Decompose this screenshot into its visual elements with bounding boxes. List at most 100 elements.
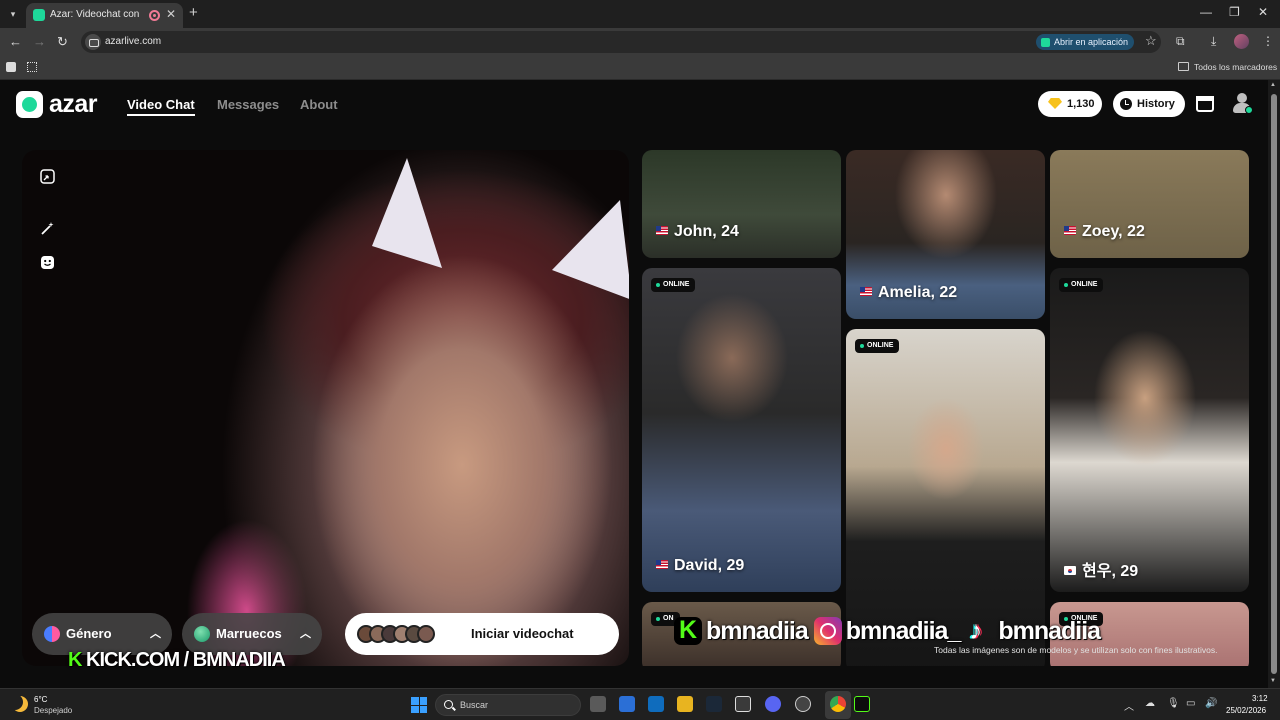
steam-icon[interactable] bbox=[706, 696, 722, 712]
tray-chevron-icon[interactable]: ︿ bbox=[1124, 698, 1134, 713]
tab-search-icon[interactable]: ▾ bbox=[5, 6, 21, 22]
minimize-view-icon[interactable] bbox=[40, 169, 55, 184]
scroll-down-icon: ▼ bbox=[1270, 678, 1276, 684]
page-scrollbar[interactable]: ▲ ▼ bbox=[1268, 80, 1280, 688]
scroll-thumb[interactable] bbox=[1271, 94, 1277, 674]
outlook-icon[interactable] bbox=[648, 696, 664, 712]
browser-menu-icon[interactable]: ⋮ bbox=[1262, 34, 1274, 48]
search-icon bbox=[444, 700, 453, 709]
us-flag-icon bbox=[656, 560, 668, 569]
azar-favicon-icon bbox=[33, 9, 45, 21]
browser-profile-avatar[interactable] bbox=[1234, 34, 1249, 49]
profile-card[interactable]: John, 24 bbox=[642, 150, 841, 258]
extensions-icon[interactable]: ⧉ bbox=[1176, 34, 1185, 49]
gems-button[interactable]: 1,130 bbox=[1038, 91, 1102, 117]
gem-icon bbox=[1048, 98, 1062, 109]
address-bar[interactable]: azarlive.com Abrir en aplicación ☆ bbox=[81, 31, 1161, 53]
tab-title: Azar: Videochat con gente bbox=[50, 9, 140, 20]
clock-time[interactable]: 3:12 bbox=[1252, 694, 1268, 703]
gender-label: Género bbox=[66, 626, 112, 641]
windows-taskbar: 6°C Despejado Buscar ︿ ☁ 🎙 ▭ 🔊 3:12 25/0… bbox=[0, 688, 1280, 720]
chrome-icon[interactable] bbox=[830, 696, 846, 712]
profile-name: Amelia, 22 bbox=[878, 284, 958, 301]
profile-card[interactable]: ONLINE David, 29 bbox=[642, 268, 841, 592]
recording-icon bbox=[149, 10, 160, 21]
new-tab-button[interactable]: + bbox=[189, 4, 198, 21]
weather-temperature[interactable]: 6°C bbox=[34, 695, 47, 704]
nav-about[interactable]: About bbox=[300, 97, 338, 112]
file-explorer-icon[interactable] bbox=[677, 696, 693, 712]
face-filter-icon[interactable] bbox=[40, 255, 55, 270]
us-flag-icon bbox=[1064, 226, 1076, 235]
back-icon[interactable]: ← bbox=[9, 34, 22, 49]
start-videochat-button[interactable]: Iniciar videochat bbox=[345, 613, 619, 655]
weather-description[interactable]: Despejado bbox=[34, 706, 72, 715]
clock-icon bbox=[1120, 98, 1132, 110]
all-bookmarks-link[interactable]: Todos los marcadores bbox=[1194, 62, 1277, 72]
volume-icon[interactable]: 🔊 bbox=[1205, 698, 1217, 709]
site-info-icon[interactable] bbox=[85, 34, 101, 50]
user-avatar-icon[interactable] bbox=[1232, 93, 1253, 115]
bookmarks-bar: Todos los marcadores bbox=[0, 56, 1280, 80]
page-icon[interactable] bbox=[6, 62, 16, 72]
online-badge: ONLINE bbox=[651, 278, 696, 292]
window-close-icon[interactable]: ✕ bbox=[1258, 5, 1268, 19]
disclaimer-text: Todas las imágenes son de modelos y se u… bbox=[934, 645, 1218, 655]
windows-start-icon[interactable] bbox=[411, 697, 427, 713]
minimize-icon[interactable]: — bbox=[1200, 5, 1212, 19]
us-flag-icon bbox=[656, 226, 668, 235]
magic-wand-icon[interactable] bbox=[40, 221, 55, 236]
microphone-icon[interactable]: 🎙 bbox=[1167, 698, 1180, 709]
profile-name: John, 24 bbox=[674, 223, 739, 240]
profiles-grid: John, 24 ONLINE David, 29 ON Amelia, 22 … bbox=[642, 150, 1249, 666]
browser-toolbar: ← → ↻ azarlive.com Abrir en aplicación ☆… bbox=[0, 28, 1280, 56]
scroll-up-icon: ▲ bbox=[1270, 82, 1276, 88]
microsoft-store-icon[interactable] bbox=[619, 696, 635, 712]
kick-icon bbox=[674, 616, 702, 646]
online-badge: ONLINE bbox=[855, 339, 900, 353]
discord-icon[interactable] bbox=[765, 696, 781, 712]
network-icon[interactable]: ▭ bbox=[1186, 698, 1195, 709]
moon-icon[interactable] bbox=[12, 696, 28, 712]
camera-preview: Género ︿ Marruecos ︿ Iniciar videochat bbox=[22, 150, 629, 666]
online-badge: ONLINE bbox=[1059, 278, 1104, 292]
obs-icon[interactable] bbox=[795, 696, 811, 712]
profile-card[interactable]: Amelia, 22 bbox=[846, 150, 1045, 319]
capture-app-icon[interactable] bbox=[735, 696, 751, 712]
search-placeholder: Buscar bbox=[460, 700, 489, 710]
profile-name: Zoey, 22 bbox=[1082, 223, 1145, 240]
apps-grid-icon[interactable] bbox=[27, 62, 37, 72]
gems-count: 1,130 bbox=[1067, 98, 1095, 110]
azar-logo-text[interactable]: azar bbox=[49, 90, 98, 119]
us-flag-icon bbox=[860, 287, 872, 296]
profile-name: David, 29 bbox=[674, 557, 745, 574]
history-button[interactable]: History bbox=[1113, 91, 1185, 117]
reload-icon[interactable]: ↻ bbox=[57, 34, 68, 50]
task-view-icon[interactable] bbox=[590, 696, 606, 712]
cloud-icon[interactable]: ☁ bbox=[1145, 698, 1155, 709]
nav-messages[interactable]: Messages bbox=[217, 97, 279, 112]
url-text[interactable]: azarlive.com bbox=[105, 36, 161, 47]
store-icon[interactable] bbox=[1196, 96, 1214, 112]
profile-card[interactable]: ONLINE 현우, 29 bbox=[1050, 268, 1249, 592]
cat-ear-right bbox=[552, 200, 629, 300]
nav-video-chat[interactable]: Video Chat bbox=[127, 97, 195, 112]
azar-logo-icon[interactable] bbox=[16, 91, 43, 118]
open-in-app-button[interactable]: Abrir en aplicación bbox=[1036, 34, 1135, 50]
browser-tab[interactable]: Azar: Videochat con gente ✕ bbox=[26, 3, 183, 28]
download-icon[interactable]: ⤓ bbox=[1211, 34, 1216, 49]
maximize-icon[interactable]: ❐ bbox=[1229, 5, 1240, 19]
taskbar-search[interactable]: Buscar bbox=[435, 694, 581, 716]
azar-page: azar Video Chat Messages About 1,130 His… bbox=[0, 80, 1268, 688]
forward-icon[interactable]: → bbox=[33, 34, 46, 49]
cat-ear-left bbox=[372, 158, 442, 268]
tab-close-icon[interactable]: ✕ bbox=[166, 7, 176, 21]
kick-app-icon[interactable] bbox=[854, 696, 870, 712]
kr-flag-icon bbox=[1064, 566, 1076, 575]
profile-card[interactable]: Zoey, 22 bbox=[1050, 150, 1249, 258]
stream-kick-overlay: K KICK.COM / BMNADIIA bbox=[68, 649, 286, 671]
avatar-stack bbox=[357, 625, 437, 643]
clock-date[interactable]: 25/02/2026 bbox=[1226, 706, 1266, 715]
bookmark-star-icon[interactable]: ☆ bbox=[1145, 33, 1157, 49]
nav-active-underline bbox=[127, 114, 195, 116]
